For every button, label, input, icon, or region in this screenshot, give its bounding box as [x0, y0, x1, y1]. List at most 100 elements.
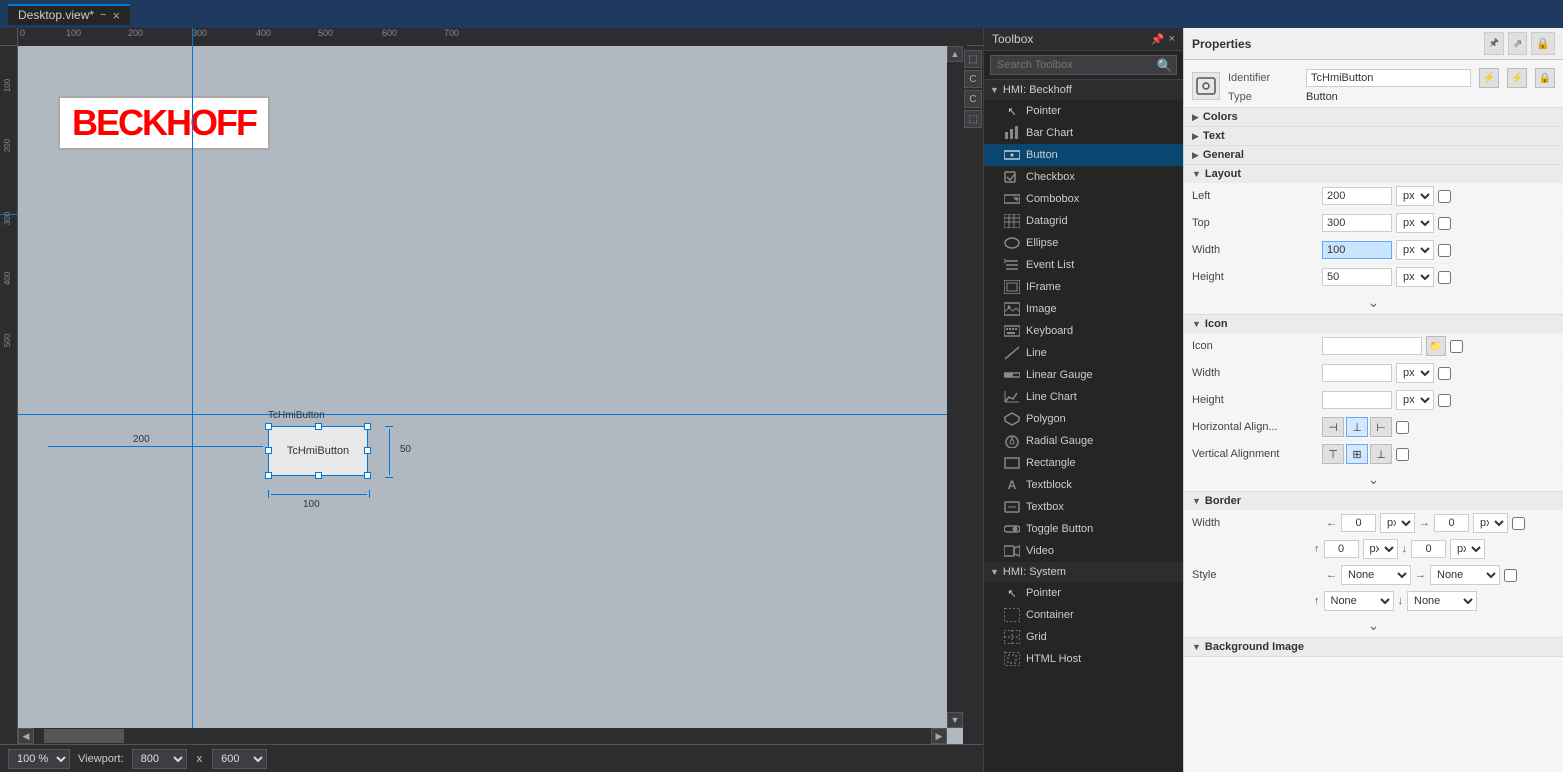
scroll-up-btn[interactable]: ▲	[947, 46, 963, 62]
border-right-unit[interactable]: px	[1473, 513, 1508, 533]
toolbox-item-bar-chart[interactable]: Bar Chart	[984, 122, 1183, 144]
toolbox-item-line-chart[interactable]: Line Chart	[984, 386, 1183, 408]
zoom-select[interactable]: 100 % 50 % 75 % 125 % 150 % 200 %	[8, 749, 70, 769]
top-input[interactable]	[1322, 214, 1392, 232]
viewport-height-select[interactable]: 600 480 768 800	[212, 749, 267, 769]
left-unit-select[interactable]: px%	[1396, 186, 1434, 206]
properties-unpin-btn[interactable]: ⇗	[1508, 32, 1527, 55]
canvas-icon-1[interactable]: ⬚	[964, 50, 982, 68]
properties-lock-btn[interactable]: 🔒	[1531, 32, 1555, 55]
toolbox-item-rectangle[interactable]: Rectangle	[984, 452, 1183, 474]
identifier-lightning2-btn[interactable]: ⚡	[1507, 68, 1527, 88]
top-unit-select[interactable]: px%	[1396, 213, 1434, 233]
desktop-tab[interactable]: Desktop.view* − ×	[8, 4, 130, 25]
border-top-unit[interactable]: px	[1363, 539, 1398, 559]
icon-field-input[interactable]	[1322, 337, 1422, 355]
toolbox-item-radial-gauge[interactable]: Radial Gauge	[984, 430, 1183, 452]
icon-height-checkbox[interactable]	[1438, 394, 1451, 407]
h-align-center-btn[interactable]: ⊥	[1346, 417, 1368, 437]
toolbox-group-system[interactable]: ▼ HMI: System	[984, 562, 1183, 582]
border-style-left-select[interactable]: NoneSolidDashed	[1341, 565, 1411, 585]
h-align-checkbox[interactable]	[1396, 421, 1409, 434]
layout-expand-btn[interactable]: ⌄	[1368, 294, 1380, 311]
width-input[interactable]	[1322, 241, 1392, 259]
toolbox-item-html-host[interactable]: HTML Host	[984, 648, 1183, 670]
prop-section-header-bg-image[interactable]: ▼ Background Image	[1184, 638, 1563, 656]
border-left-input[interactable]	[1341, 514, 1376, 532]
horizontal-scrollbar[interactable]: ◀ ▶	[18, 728, 947, 744]
top-checkbox[interactable]	[1438, 217, 1451, 230]
icon-expand-btn[interactable]: ⌄	[1368, 471, 1380, 488]
toolbox-group-beckhoff[interactable]: ▼ HMI: Beckhoff	[984, 80, 1183, 100]
button-widget[interactable]: TcHmiButton	[268, 426, 368, 476]
handle-bl[interactable]	[265, 472, 272, 479]
toolbox-item-iframe[interactable]: IFrame	[984, 276, 1183, 298]
handle-ml[interactable]	[265, 447, 272, 454]
toolbox-item-checkbox[interactable]: Checkbox	[984, 166, 1183, 188]
identifier-lock-btn[interactable]: 🔒	[1535, 68, 1555, 88]
prop-section-header-layout[interactable]: ▼ Layout	[1184, 165, 1563, 183]
canvas-icon-3[interactable]: C	[964, 90, 982, 108]
tab-close[interactable]: ×	[112, 8, 120, 23]
left-input[interactable]	[1322, 187, 1392, 205]
toolbox-item-system-pointer[interactable]: ↖ Pointer	[984, 582, 1183, 604]
toolbox-item-datagrid[interactable]: Datagrid	[984, 210, 1183, 232]
v-align-checkbox[interactable]	[1396, 448, 1409, 461]
h-align-left-btn[interactable]: ⊣	[1322, 417, 1344, 437]
icon-height-input[interactable]	[1322, 391, 1392, 409]
icon-width-input[interactable]	[1322, 364, 1392, 382]
prop-section-header-border[interactable]: ▼ Border	[1184, 492, 1563, 510]
border-bottom-input[interactable]	[1411, 540, 1446, 558]
border-left-unit[interactable]: px	[1380, 513, 1415, 533]
button-inner[interactable]: TcHmiButton	[268, 426, 368, 476]
prop-section-header-icon[interactable]: ▼ Icon	[1184, 315, 1563, 333]
border-expand-btn[interactable]: ⌄	[1368, 617, 1380, 634]
toolbox-item-image[interactable]: Image	[984, 298, 1183, 320]
toolbox-item-pointer[interactable]: ↖ Pointer	[984, 100, 1183, 122]
toolbox-item-video[interactable]: Video	[984, 540, 1183, 562]
h-align-right-btn[interactable]: ⊢	[1370, 417, 1392, 437]
handle-bm[interactable]	[315, 472, 322, 479]
toolbox-item-combobox[interactable]: Combobox	[984, 188, 1183, 210]
v-align-top-btn[interactable]: ⊤	[1322, 444, 1344, 464]
toolbox-item-container[interactable]: Container	[984, 604, 1183, 626]
height-input[interactable]	[1322, 268, 1392, 286]
identifier-lightning1-btn[interactable]: ⚡	[1479, 68, 1499, 88]
canvas-icon-4[interactable]: ⬚	[964, 110, 982, 128]
vertical-scrollbar[interactable]: ▲ ▼	[947, 46, 963, 728]
border-top-input[interactable]	[1324, 540, 1359, 558]
handle-tl[interactable]	[265, 423, 272, 430]
scroll-left-btn[interactable]: ◀	[18, 728, 34, 744]
scroll-right-btn[interactable]: ▶	[931, 728, 947, 744]
height-unit-select[interactable]: px%	[1396, 267, 1434, 287]
width-unit-select[interactable]: px%	[1396, 240, 1434, 260]
canvas-viewport[interactable]: BECKHOFF TcHmiButton TcHmiButton	[18, 46, 983, 744]
viewport-width-select[interactable]: 800 640 1024 1280	[132, 749, 187, 769]
toolbox-item-keyboard[interactable]: Keyboard	[984, 320, 1183, 342]
toolbox-item-linear-gauge[interactable]: Linear Gauge	[984, 364, 1183, 386]
prop-section-header-text[interactable]: ▶ Text	[1184, 127, 1563, 145]
border-bottom-unit[interactable]: px	[1450, 539, 1485, 559]
toolbox-item-line[interactable]: Line	[984, 342, 1183, 364]
toolbox-item-event-list[interactable]: Event List	[984, 254, 1183, 276]
toolbox-item-polygon[interactable]: Polygon	[984, 408, 1183, 430]
icon-browse-btn[interactable]: 📁	[1426, 336, 1446, 356]
toolbox-item-toggle-button[interactable]: Toggle Button	[984, 518, 1183, 540]
handle-mr[interactable]	[364, 447, 371, 454]
icon-field-checkbox[interactable]	[1450, 340, 1463, 353]
identifier-input[interactable]	[1306, 69, 1471, 87]
border-style-bottom-select[interactable]: NoneSolid	[1407, 591, 1477, 611]
v-align-middle-btn[interactable]: ⊞	[1346, 444, 1368, 464]
v-align-bottom-btn[interactable]: ⊥	[1370, 444, 1392, 464]
toolbox-item-grid[interactable]: Grid	[984, 626, 1183, 648]
icon-width-unit[interactable]: px%	[1396, 363, 1434, 383]
icon-height-unit[interactable]: px%	[1396, 390, 1434, 410]
toolbox-close-btn[interactable]: ×	[1169, 33, 1175, 46]
handle-tr[interactable]	[364, 423, 371, 430]
handle-br[interactable]	[364, 472, 371, 479]
left-checkbox[interactable]	[1438, 190, 1451, 203]
toolbox-item-textblock[interactable]: A Textblock	[984, 474, 1183, 496]
toolbox-item-button[interactable]: Button	[984, 144, 1183, 166]
properties-pin-btn[interactable]: 🖈	[1484, 32, 1504, 55]
border-style-top-select[interactable]: NoneSolid	[1324, 591, 1394, 611]
